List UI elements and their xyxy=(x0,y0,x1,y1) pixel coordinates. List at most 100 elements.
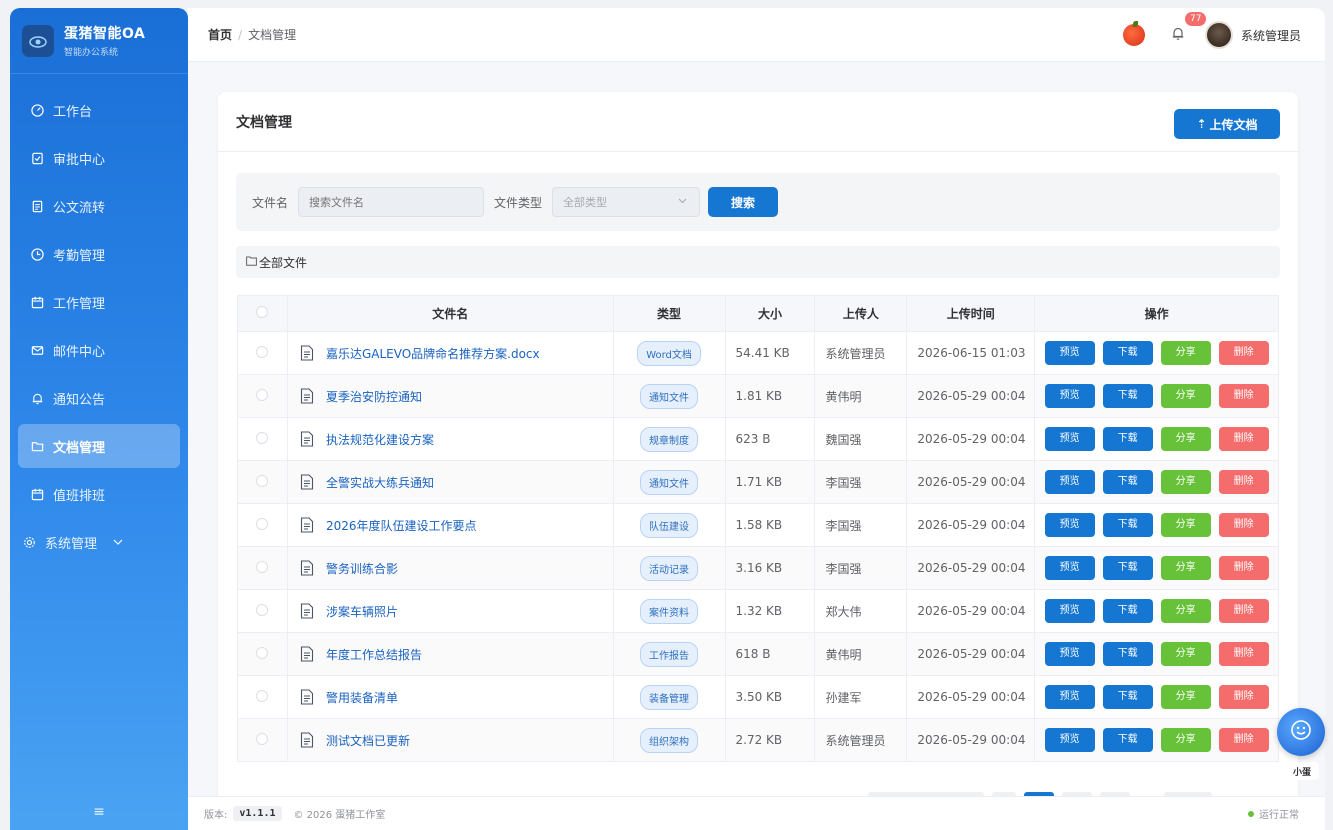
sidebar-item-approval[interactable]: 审批中心 xyxy=(18,136,180,180)
row-checkbox[interactable] xyxy=(256,689,269,702)
filename-search-input[interactable] xyxy=(298,187,485,217)
filename-cell: 年度工作总结报告 xyxy=(287,632,614,676)
download-button[interactable]: 下载 xyxy=(1102,642,1153,666)
filetype-select[interactable]: 全部类型 xyxy=(552,187,701,217)
filename-link[interactable]: 测试文档已更新 xyxy=(326,732,410,749)
share-button[interactable]: 分享 xyxy=(1160,728,1211,752)
row-checkbox[interactable] xyxy=(256,431,269,444)
filename-link[interactable]: 警用装备清单 xyxy=(326,689,398,706)
delete-button[interactable]: 删除 xyxy=(1218,341,1269,365)
preview-button[interactable]: 预览 xyxy=(1044,513,1095,537)
filename-link[interactable]: 全警实战大练兵通知 xyxy=(326,474,434,491)
download-button[interactable]: 下载 xyxy=(1102,556,1153,580)
delete-button[interactable]: 删除 xyxy=(1218,470,1269,494)
upload-button[interactable]: ⇡ 上传文档 xyxy=(1174,109,1280,139)
preview-button[interactable]: 预览 xyxy=(1044,642,1095,666)
file-icon xyxy=(300,689,314,705)
share-button[interactable]: 分享 xyxy=(1160,427,1211,451)
delete-button[interactable]: 删除 xyxy=(1218,513,1269,537)
filename-link[interactable]: 夏季治安防控通知 xyxy=(326,388,422,405)
collapse-menu-icon[interactable]: ≡ xyxy=(10,794,188,830)
type-tag: 队伍建设 xyxy=(640,512,699,538)
apple-icon[interactable] xyxy=(1122,21,1145,46)
share-button[interactable]: 分享 xyxy=(1160,341,1211,365)
chevron-down-icon xyxy=(678,197,687,207)
download-button[interactable]: 下载 xyxy=(1102,513,1153,537)
delete-button[interactable]: 删除 xyxy=(1218,599,1269,623)
search-button[interactable]: 搜索 xyxy=(708,187,779,217)
notification-button[interactable]: 77 xyxy=(1171,11,1207,45)
share-button[interactable]: 分享 xyxy=(1160,384,1211,408)
upload-time-cell: 2026-05-29 00:04 xyxy=(906,460,1036,504)
row-checkbox[interactable] xyxy=(256,560,269,573)
filename-link[interactable]: 警务训练合影 xyxy=(326,560,398,577)
row-checkbox-cell xyxy=(237,460,288,504)
row-checkbox[interactable] xyxy=(256,603,269,616)
sidebar-item-documents-flow[interactable]: 公文流转 xyxy=(18,184,180,228)
download-button[interactable]: 下载 xyxy=(1102,685,1153,709)
row-checkbox[interactable] xyxy=(256,388,269,401)
download-button[interactable]: 下载 xyxy=(1102,470,1153,494)
size-cell: 1.58 KB xyxy=(725,503,816,547)
delete-button[interactable]: 删除 xyxy=(1218,642,1269,666)
table-row: 夏季治安防控通知 通知文件 1.81 KB 黄伟明 2026-05-29 00:04 预览… xyxy=(237,374,1279,418)
share-button[interactable]: 分享 xyxy=(1160,685,1211,709)
filename-link[interactable]: 涉案车辆照片 xyxy=(326,603,398,620)
filename-link[interactable]: 嘉乐达GALEVO品牌命名推荐方案.docx xyxy=(326,345,540,362)
sidebar-item-label: 通知公告 xyxy=(53,392,106,408)
delete-button[interactable]: 删除 xyxy=(1218,685,1269,709)
preview-button[interactable]: 预览 xyxy=(1044,384,1095,408)
sidebar-item-work[interactable]: 工作管理 xyxy=(18,280,180,324)
download-button[interactable]: 下载 xyxy=(1102,384,1153,408)
delete-button[interactable]: 删除 xyxy=(1218,556,1269,580)
row-checkbox[interactable] xyxy=(256,474,269,487)
type-cell: 通知文件 xyxy=(613,374,726,418)
sidebar-item-document-management[interactable]: 文档管理 xyxy=(18,424,180,468)
uploader-cell: 系统管理员 xyxy=(814,331,908,375)
ai-assistant-button[interactable] xyxy=(1277,708,1325,756)
page-title: 文档管理 xyxy=(236,114,292,131)
share-button[interactable]: 分享 xyxy=(1160,642,1211,666)
filename-link[interactable]: 执法规范化建设方案 xyxy=(326,431,434,448)
delete-button[interactable]: 删除 xyxy=(1218,384,1269,408)
preview-button[interactable]: 预览 xyxy=(1044,685,1095,709)
folder-breadcrumb[interactable]: 全部文件 xyxy=(236,246,1280,278)
type-cell: Word文档 xyxy=(613,331,726,375)
filename-link[interactable]: 年度工作总结报告 xyxy=(326,646,422,663)
sidebar-item-mail[interactable]: 邮件中心 xyxy=(18,328,180,372)
delete-button[interactable]: 删除 xyxy=(1218,728,1269,752)
download-button[interactable]: 下载 xyxy=(1102,427,1153,451)
actions-cell: 预览 下载 分享 删除 xyxy=(1034,632,1279,676)
share-button[interactable]: 分享 xyxy=(1160,556,1211,580)
row-checkbox-cell xyxy=(237,589,288,633)
row-checkbox[interactable] xyxy=(256,345,269,358)
preview-button[interactable]: 预览 xyxy=(1044,556,1095,580)
download-button[interactable]: 下载 xyxy=(1102,599,1153,623)
sidebar-item-system[interactable]: 系统管理 xyxy=(18,520,180,564)
select-all-checkbox[interactable] xyxy=(256,306,269,318)
share-button[interactable]: 分享 xyxy=(1160,599,1211,623)
filename-link[interactable]: 2026年度队伍建设工作要点 xyxy=(326,517,477,534)
uploader-cell: 魏国强 xyxy=(814,417,908,461)
preview-button[interactable]: 预览 xyxy=(1044,599,1095,623)
preview-button[interactable]: 预览 xyxy=(1044,728,1095,752)
filter-bar: 文件名 文件类型 全部类型 搜索 xyxy=(236,173,1280,231)
username[interactable]: 系统管理员 xyxy=(1241,27,1301,44)
preview-button[interactable]: 预览 xyxy=(1044,341,1095,365)
sidebar-item-duty-schedule[interactable]: 值班排班 xyxy=(18,472,180,516)
row-checkbox[interactable] xyxy=(256,646,269,659)
download-button[interactable]: 下载 xyxy=(1102,728,1153,752)
row-checkbox[interactable] xyxy=(256,732,269,745)
preview-button[interactable]: 预览 xyxy=(1044,470,1095,494)
breadcrumb-home[interactable]: 首页 xyxy=(208,28,232,42)
sidebar-item-notice[interactable]: 通知公告 xyxy=(18,376,180,420)
avatar[interactable] xyxy=(1204,21,1233,49)
share-button[interactable]: 分享 xyxy=(1160,513,1211,537)
share-button[interactable]: 分享 xyxy=(1160,470,1211,494)
sidebar-item-attendance[interactable]: 考勤管理 xyxy=(18,232,180,276)
row-checkbox[interactable] xyxy=(256,517,269,530)
sidebar-item-workbench[interactable]: 工作台 xyxy=(18,88,180,132)
download-button[interactable]: 下载 xyxy=(1102,341,1153,365)
delete-button[interactable]: 删除 xyxy=(1218,427,1269,451)
preview-button[interactable]: 预览 xyxy=(1044,427,1095,451)
